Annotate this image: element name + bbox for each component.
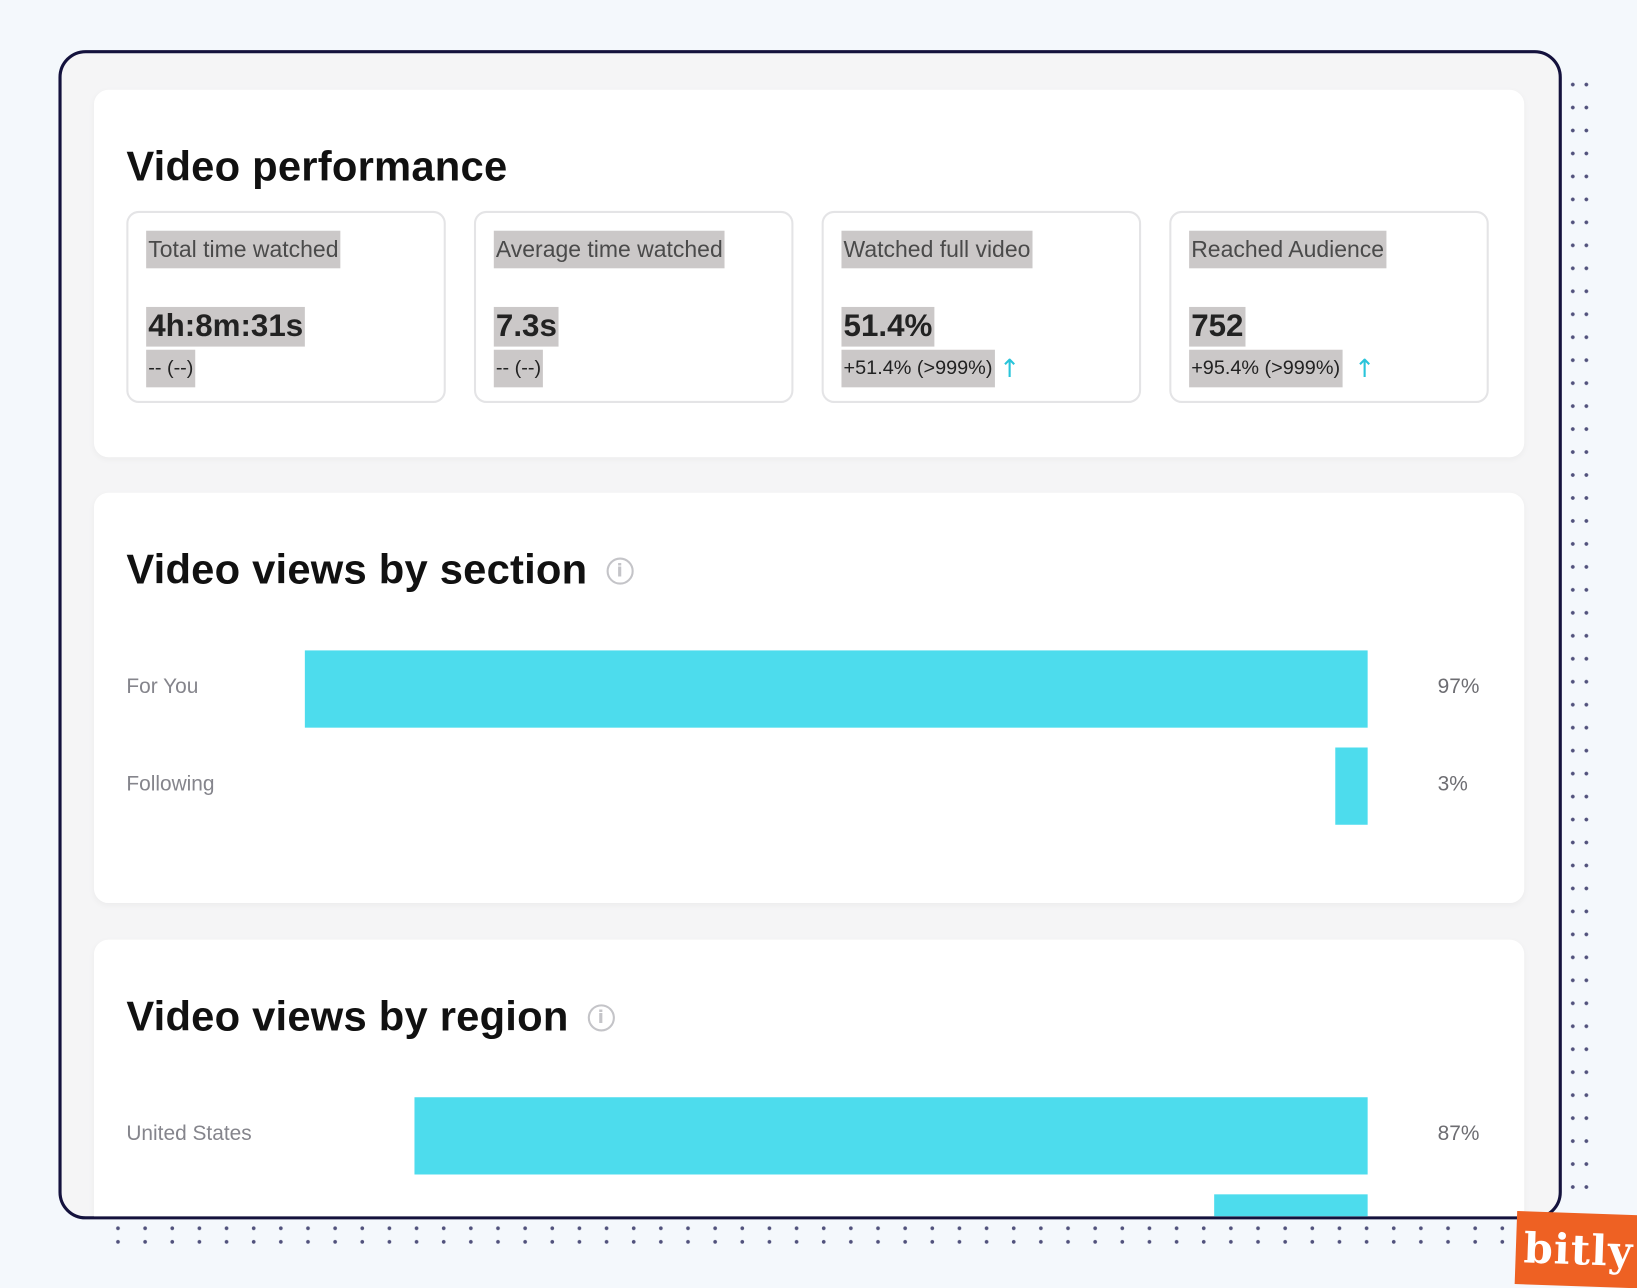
metric-card-average-time: Average time watched 7.3s -- (--): [473, 210, 794, 403]
info-icon[interactable]: i: [606, 556, 634, 585]
metric-value: 4h:8m:31s: [146, 306, 306, 347]
bar: [1334, 747, 1368, 825]
bar-value-label: 3%: [1437, 772, 1468, 796]
bar: [304, 650, 1368, 728]
page: Video performance Total time watched 4h:…: [0, 0, 1637, 1288]
bar-label: United States: [126, 1122, 252, 1146]
bar: [1214, 1194, 1368, 1217]
views-by-section-card: Video views by section i For You 97% Follo…: [93, 492, 1525, 904]
section-title-text: Video views by section: [126, 547, 588, 593]
info-icon[interactable]: i: [587, 1003, 615, 1031]
metric-change: -- (--): [146, 349, 196, 388]
video-performance-card: Video performance Total time watched 4h:…: [93, 89, 1525, 458]
metric-label: Reached Audience: [1189, 230, 1387, 269]
screenshot-frame: Video performance Total time watched 4h:…: [58, 50, 1562, 1220]
metric-value: 752: [1189, 306, 1246, 347]
bar: [413, 1097, 1368, 1175]
metric-change: +51.4% (>999%): [841, 349, 995, 388]
metric-change: -- (--): [493, 349, 544, 388]
decorative-dots: [104, 1221, 1525, 1249]
arrow-up-icon: ↑: [1354, 353, 1376, 384]
bitly-logo: bitly: [1514, 1210, 1637, 1288]
metric-card-watched-full: Watched full video 51.4% +51.4% (>999%) …: [821, 210, 1142, 403]
metric-value: 51.4%: [841, 306, 935, 347]
metric-label: Watched full video: [841, 230, 1033, 269]
metric-card-total-time: Total time watched 4h:8m:31s -- (--): [126, 210, 446, 403]
section-title: Video views by region i: [126, 993, 615, 1041]
views-by-region-card: Video views by region i United States 87%: [93, 939, 1525, 1217]
section-title: Video views by section i: [126, 547, 634, 594]
metric-change: +95.4% (>999%): [1189, 349, 1343, 388]
bar-label: Following: [126, 772, 215, 796]
bar-value-label: 97%: [1437, 675, 1480, 699]
metric-label: Average time watched: [493, 230, 725, 269]
section-title: Video performance: [126, 144, 508, 191]
bar-label: For You: [126, 675, 199, 699]
section-title-text: Video views by region: [126, 993, 569, 1040]
metric-label: Total time watched: [146, 230, 341, 269]
metric-card-reached-audience: Reached Audience 752 +95.4% (>999%) ↑: [1169, 210, 1489, 403]
bar-value-label: 87%: [1437, 1122, 1480, 1146]
arrow-up-icon: ↑: [999, 353, 1021, 384]
decorative-dots: [1566, 73, 1598, 1201]
metric-value: 7.3s: [493, 306, 559, 347]
